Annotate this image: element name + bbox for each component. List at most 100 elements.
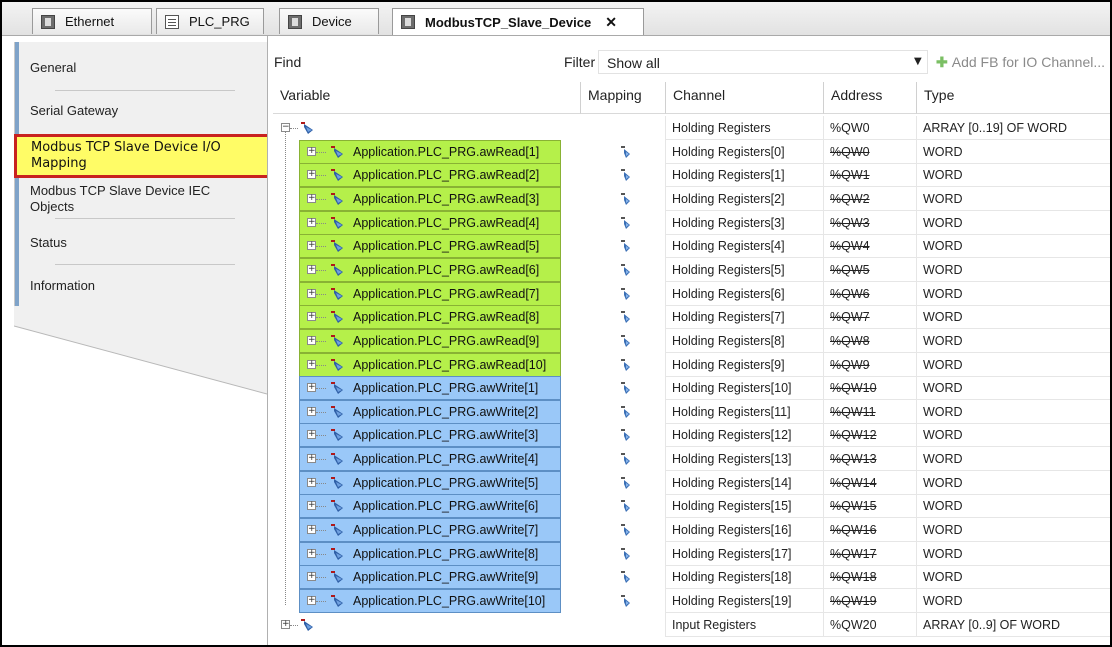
table-row[interactable]: + Application.PLC_PRG.awWrite[8] Holding R…: [273, 541, 1110, 566]
column-header-type[interactable]: Type: [917, 82, 1110, 114]
expand-icon[interactable]: +: [307, 572, 316, 582]
expand-icon[interactable]: +: [307, 241, 316, 251]
address-cell[interactable]: %QW9: [824, 352, 917, 377]
expand-icon[interactable]: +: [307, 383, 316, 393]
table-row[interactable]: + Application.PLC_PRG.awRead[1] Holding Re…: [273, 139, 1110, 164]
variable-name[interactable]: Application.PLC_PRG.awRead[5]: [349, 234, 561, 258]
table-row[interactable]: + Application.PLC_PRG.awRead[4] Holding Re…: [273, 210, 1110, 235]
table-row[interactable]: + Application.PLC_PRG.awWrite[6] Holding R…: [273, 494, 1110, 519]
variable-name[interactable]: Application.PLC_PRG.awRead[9]: [349, 329, 561, 353]
table-row[interactable]: − Holding Registers %QW0 ARRAY [0..19] OF W…: [273, 116, 1110, 140]
filter-dropdown[interactable]: Show all: [598, 50, 928, 74]
address-cell[interactable]: %QW7: [824, 305, 917, 330]
column-header-address[interactable]: Address: [824, 82, 917, 114]
column-header-variable[interactable]: Variable: [273, 82, 581, 114]
expand-icon[interactable]: +: [307, 548, 316, 558]
expand-icon[interactable]: +: [307, 596, 316, 605]
tab-modbustcp-slave-device[interactable]: ModbusTCP_Slave_Device ✕: [392, 8, 644, 35]
expand-icon[interactable]: +: [307, 288, 316, 298]
table-row[interactable]: + Application.PLC_PRG.awRead[7] Holding Re…: [273, 281, 1110, 306]
expand-icon[interactable]: +: [307, 359, 316, 369]
address-cell[interactable]: %QW5: [824, 257, 917, 282]
chevron-down-icon[interactable]: ▼: [914, 56, 922, 67]
variable-name[interactable]: Application.PLC_PRG.awRead[6]: [349, 258, 561, 282]
sidebar-item-serial-gateway[interactable]: Serial Gateway: [30, 103, 118, 119]
table-row[interactable]: + Application.PLC_PRG.awRead[9] Holding Re…: [273, 328, 1110, 353]
address-cell[interactable]: %QW19: [824, 589, 917, 613]
variable-name[interactable]: Application.PLC_PRG.awRead[2]: [349, 163, 561, 187]
expand-icon[interactable]: +: [307, 406, 316, 416]
tab-device[interactable]: Device: [279, 8, 379, 34]
sidebar-item-iec-objects[interactable]: Modbus TCP Slave Device IEC Objects: [30, 183, 230, 215]
table-row[interactable]: + Application.PLC_PRG.awWrite[9] Holding R…: [273, 565, 1110, 590]
variable-name[interactable]: Application.PLC_PRG.awWrite[8]: [349, 542, 561, 566]
variable-name[interactable]: Application.PLC_PRG.awRead[8]: [349, 305, 561, 329]
close-icon[interactable]: ✕: [605, 14, 617, 31]
variable-name[interactable]: Application.PLC_PRG.awWrite[2]: [349, 400, 561, 424]
address-cell[interactable]: %QW4: [824, 234, 917, 259]
table-row[interactable]: + Application.PLC_PRG.awWrite[3] Holding R…: [273, 423, 1110, 448]
expand-icon[interactable]: +: [307, 193, 316, 203]
tab-ethernet[interactable]: Ethernet: [32, 8, 152, 34]
expand-icon[interactable]: +: [307, 477, 316, 487]
table-row[interactable]: + Application.PLC_PRG.awRead[2] Holding Re…: [273, 163, 1110, 188]
address-cell[interactable]: %QW8: [824, 328, 917, 353]
column-header-mapping[interactable]: Mapping: [581, 82, 666, 114]
address-cell[interactable]: %QW10: [824, 376, 917, 401]
variable-name[interactable]: Application.PLC_PRG.awWrite[4]: [349, 447, 561, 471]
variable-name[interactable]: Application.PLC_PRG.awRead[10]: [349, 353, 561, 377]
sidebar-item-information[interactable]: Information: [30, 278, 95, 294]
table-row[interactable]: + Application.PLC_PRG.awRead[3] Holding Re…: [273, 186, 1110, 211]
address-cell[interactable]: %QW3: [824, 210, 917, 235]
table-row[interactable]: + Application.PLC_PRG.awWrite[5] Holding R…: [273, 470, 1110, 495]
expand-icon[interactable]: +: [307, 264, 316, 274]
table-row[interactable]: + Application.PLC_PRG.awRead[10] Holding R…: [273, 352, 1110, 377]
expand-icon[interactable]: +: [307, 454, 316, 464]
table-row[interactable]: + Application.PLC_PRG.awWrite[1] Holding R…: [273, 376, 1110, 401]
table-row[interactable]: + Application.PLC_PRG.awWrite[4] Holding R…: [273, 447, 1110, 472]
variable-name[interactable]: Application.PLC_PRG.awWrite[7]: [349, 518, 561, 542]
variable-name[interactable]: Application.PLC_PRG.awWrite[6]: [349, 494, 561, 518]
expand-icon[interactable]: +: [307, 335, 316, 345]
expand-icon[interactable]: +: [307, 217, 316, 227]
variable-name[interactable]: Application.PLC_PRG.awWrite[3]: [349, 423, 561, 447]
table-row[interactable]: + Application.PLC_PRG.awWrite[2] Holding R…: [273, 399, 1110, 424]
table-row[interactable]: + Application.PLC_PRG.awRead[6] Holding Re…: [273, 257, 1110, 282]
column-header-channel[interactable]: Channel: [666, 82, 824, 114]
add-fb-button[interactable]: ✚ Add FB for IO Channel...: [936, 54, 1105, 71]
variable-name[interactable]: Application.PLC_PRG.awRead[3]: [349, 187, 561, 211]
address-cell[interactable]: %QW12: [824, 423, 917, 448]
address-cell[interactable]: %QW16: [824, 518, 917, 543]
expand-icon[interactable]: +: [307, 525, 316, 535]
expand-icon[interactable]: +: [281, 619, 290, 629]
address-cell[interactable]: %QW1: [824, 163, 917, 188]
address-cell[interactable]: %QW18: [824, 565, 917, 590]
address-cell[interactable]: %QW6: [824, 281, 917, 306]
variable-name[interactable]: Application.PLC_PRG.awRead[1]: [349, 140, 561, 164]
address-cell[interactable]: %QW15: [824, 494, 917, 519]
table-row[interactable]: + Application.PLC_PRG.awRead[8] Holding Re…: [273, 305, 1110, 330]
address-cell[interactable]: %QW0: [824, 116, 917, 140]
expand-icon[interactable]: +: [307, 146, 316, 156]
sidebar-item-general[interactable]: General: [30, 60, 76, 76]
variable-name[interactable]: Application.PLC_PRG.awRead[7]: [349, 282, 561, 306]
variable-name[interactable]: Application.PLC_PRG.awWrite[5]: [349, 471, 561, 495]
table-row[interactable]: + Application.PLC_PRG.awRead[5] Holding Re…: [273, 234, 1110, 259]
table-row[interactable]: + Input Registers %QW20 ARRAY [0..9] OF WOR…: [273, 612, 1110, 637]
table-row[interactable]: + Application.PLC_PRG.awWrite[10] Holding …: [273, 589, 1110, 613]
address-cell[interactable]: %QW13: [824, 447, 917, 472]
table-row[interactable]: + Application.PLC_PRG.awWrite[7] Holding R…: [273, 518, 1110, 543]
address-cell[interactable]: %QW11: [824, 399, 917, 424]
collapse-icon[interactable]: −: [281, 123, 290, 132]
address-cell[interactable]: %QW14: [824, 470, 917, 495]
expand-icon[interactable]: +: [307, 312, 316, 322]
expand-icon[interactable]: +: [307, 170, 316, 180]
variable-name[interactable]: Application.PLC_PRG.awWrite[1]: [349, 376, 561, 400]
sidebar-item-status[interactable]: Status: [30, 235, 67, 251]
expand-icon[interactable]: +: [307, 430, 316, 440]
sidebar-item-io-mapping[interactable]: Modbus TCP Slave Device I/O Mapping: [14, 134, 270, 178]
address-cell[interactable]: %QW20: [824, 612, 917, 637]
address-cell[interactable]: %QW17: [824, 541, 917, 566]
address-cell[interactable]: %QW0: [824, 139, 917, 164]
variable-name[interactable]: Application.PLC_PRG.awWrite[10]: [349, 589, 561, 613]
